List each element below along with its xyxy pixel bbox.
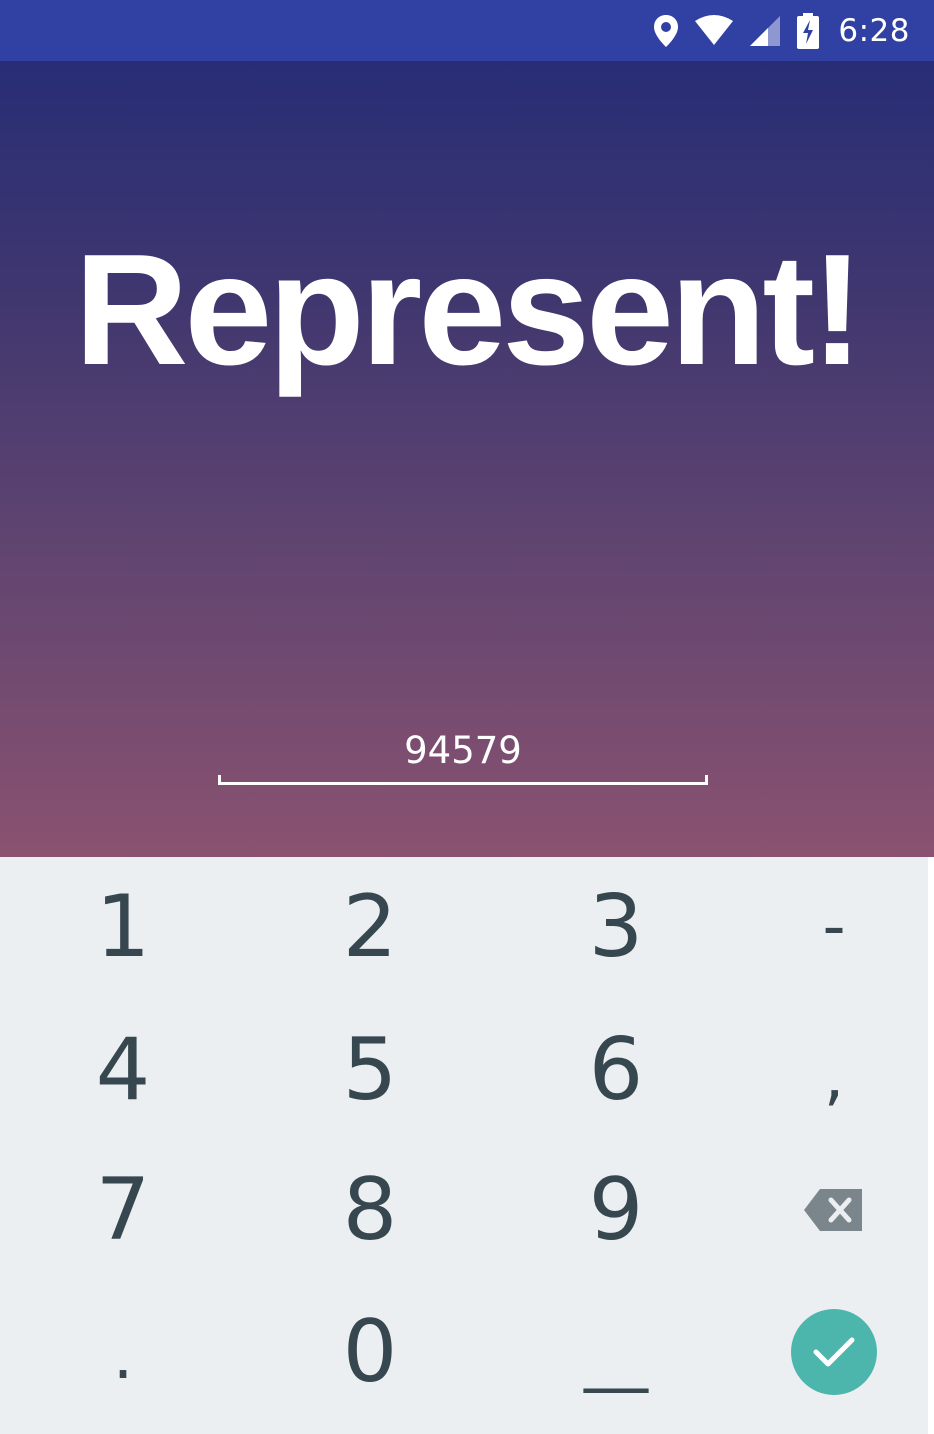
- key-8-label: 8: [342, 1160, 398, 1260]
- key-2-label: 2: [342, 877, 398, 977]
- key-dot-label: .: [112, 1320, 134, 1394]
- numeric-keypad: 1 2 3 - 4 5 6 , 7 8 9 . 0 __: [0, 857, 928, 1434]
- key-3[interactable]: 3: [500, 857, 732, 997]
- zip-code-input[interactable]: [218, 729, 708, 772]
- backspace-key[interactable]: [718, 1140, 934, 1280]
- key-0-label: 0: [342, 1302, 398, 1402]
- wifi-icon: [694, 14, 734, 47]
- key-9-label: 9: [588, 1160, 644, 1260]
- key-underscore[interactable]: __: [500, 1287, 732, 1427]
- key-9[interactable]: 9: [500, 1140, 732, 1280]
- key-4-label: 4: [95, 1020, 151, 1120]
- battery-charging-icon: [796, 12, 820, 49]
- key-dash[interactable]: -: [718, 857, 934, 997]
- done-key[interactable]: [718, 1282, 934, 1422]
- key-2[interactable]: 2: [254, 857, 486, 997]
- key-7[interactable]: 7: [7, 1140, 239, 1280]
- key-3-label: 3: [588, 877, 644, 977]
- backspace-icon: [804, 1189, 862, 1231]
- keypad-edge: [928, 857, 934, 1434]
- key-comma[interactable]: ,: [718, 1007, 934, 1147]
- app-title: Represent!: [74, 222, 863, 398]
- key-5[interactable]: 5: [254, 1000, 486, 1140]
- key-6-label: 6: [588, 1020, 644, 1120]
- status-bar: 6:28: [0, 0, 934, 61]
- check-icon: [813, 1337, 855, 1367]
- status-time: 6:28: [838, 12, 910, 49]
- location-icon: [652, 14, 680, 48]
- key-8[interactable]: 8: [254, 1140, 486, 1280]
- key-comma-label: ,: [823, 1040, 845, 1114]
- cell-signal-icon: [748, 15, 782, 46]
- app-body: Represent!: [0, 61, 934, 857]
- key-4[interactable]: 4: [7, 1000, 239, 1140]
- status-icons: 6:28: [652, 0, 910, 61]
- key-underscore-label: __: [584, 1320, 648, 1394]
- zip-code-underline: [218, 775, 708, 785]
- key-7-label: 7: [95, 1160, 151, 1260]
- done-circle: [791, 1309, 877, 1395]
- key-1[interactable]: 1: [7, 857, 239, 997]
- key-6[interactable]: 6: [500, 1000, 732, 1140]
- key-0[interactable]: 0: [254, 1282, 486, 1422]
- key-5-label: 5: [342, 1020, 398, 1120]
- screen: 6:28 Represent! 1 2 3 - 4 5 6 , 7 8 9: [0, 0, 934, 1434]
- key-dash-label: -: [822, 890, 846, 964]
- zip-code-field[interactable]: [218, 721, 708, 787]
- key-dot[interactable]: .: [7, 1287, 239, 1427]
- key-1-label: 1: [95, 877, 151, 977]
